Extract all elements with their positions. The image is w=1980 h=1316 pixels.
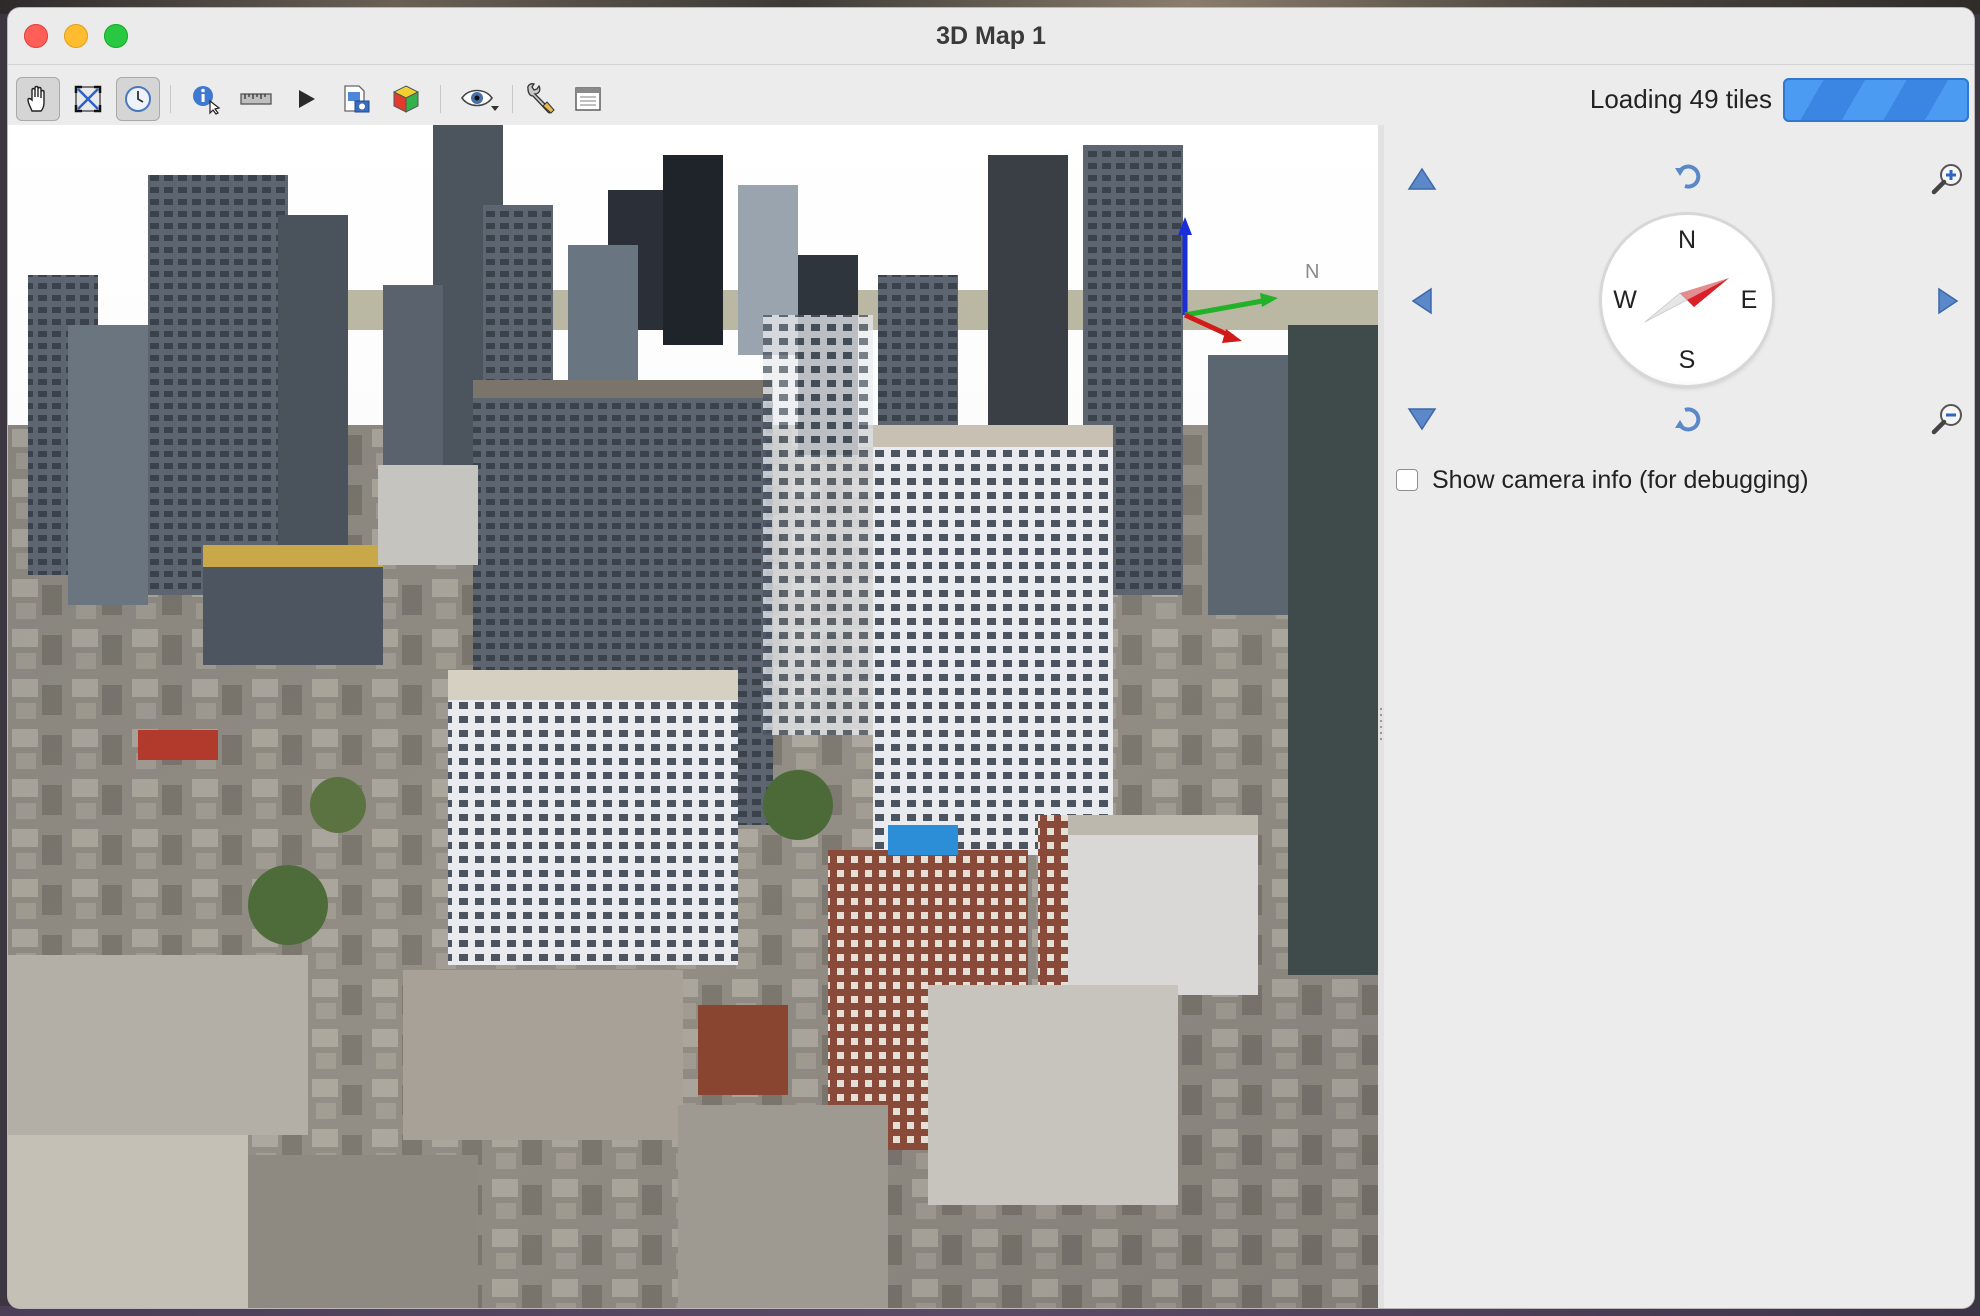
panels-button[interactable] [566,77,610,121]
wrench-icon [527,83,555,114]
rotate-left-button[interactable] [1668,157,1708,197]
show-camera-info-label[interactable]: Show camera info (for debugging) [1432,466,1809,495]
zoom-full-icon [74,85,102,113]
toolbar-separator [170,85,171,113]
camera-orbit-icon [125,86,151,112]
export-scene-button[interactable] [334,77,378,121]
pan-left-button[interactable] [1402,281,1442,321]
identify-button[interactable] [184,77,228,121]
measure-line-button[interactable] [234,77,278,121]
window-icon [575,87,601,111]
loading-progress-bar [1783,78,1969,122]
zoom-full-button[interactable] [66,77,110,121]
shading-button[interactable] [384,77,428,121]
arrow-left-icon [1411,287,1432,315]
view-options-button[interactable] [454,77,506,121]
export-scene-icon [344,85,370,113]
splitter-handle[interactable] [1380,708,1382,744]
map-toolbar: Loading 49 tiles [8,65,1974,131]
pan-tool-button[interactable] [16,77,60,121]
play-icon [299,90,315,108]
zoom-in-icon [1931,164,1962,195]
3d-map-window: 3D Map 1 Loading 49 tiles N N S W E Show… [8,8,1974,1308]
ruler-icon [240,93,272,105]
rotate-cw-icon [1675,407,1701,432]
show-camera-info-checkbox[interactable] [1396,469,1418,491]
identify-icon [193,86,221,115]
arrow-right-icon [1938,287,1959,315]
pan-right-button[interactable] [1928,281,1968,321]
3d-map-canvas[interactable]: N [8,125,1378,1308]
animation-button[interactable] [284,77,328,121]
compass-needle-icon [1644,278,1729,323]
compass-dial[interactable]: N S W E [1602,215,1772,385]
rotate-ccw-icon [1675,164,1701,189]
tilt-up-button[interactable] [1402,159,1442,199]
tilt-down-button[interactable] [1402,399,1442,439]
city-3d-scene: N [8,125,1378,1308]
navigation-panel: N S W E Show camera info (for debugging) [1384,125,1974,1308]
rotate-right-button[interactable] [1668,399,1708,439]
zoom-out-button[interactable] [1928,399,1968,439]
configure-button[interactable] [518,77,562,121]
toolbar-separator [440,85,441,113]
arrow-down-icon [1407,408,1437,431]
toolbar-separator [512,85,513,113]
title-bar: 3D Map 1 [8,8,1974,65]
camera-control-button[interactable] [116,77,160,121]
window-title: 3D Map 1 [936,22,1046,50]
camera-info-row[interactable]: Show camera info (for debugging) [1396,463,1809,497]
cube-icon [392,85,420,113]
axis-north-label: N [1305,261,1319,283]
eye-icon [461,89,499,111]
zoom-in-button[interactable] [1928,159,1968,199]
loading-status-text: Loading 49 tiles [1589,84,1772,114]
arrow-up-icon [1407,167,1437,190]
hand-icon [27,85,45,112]
zoom-out-icon [1931,404,1962,435]
